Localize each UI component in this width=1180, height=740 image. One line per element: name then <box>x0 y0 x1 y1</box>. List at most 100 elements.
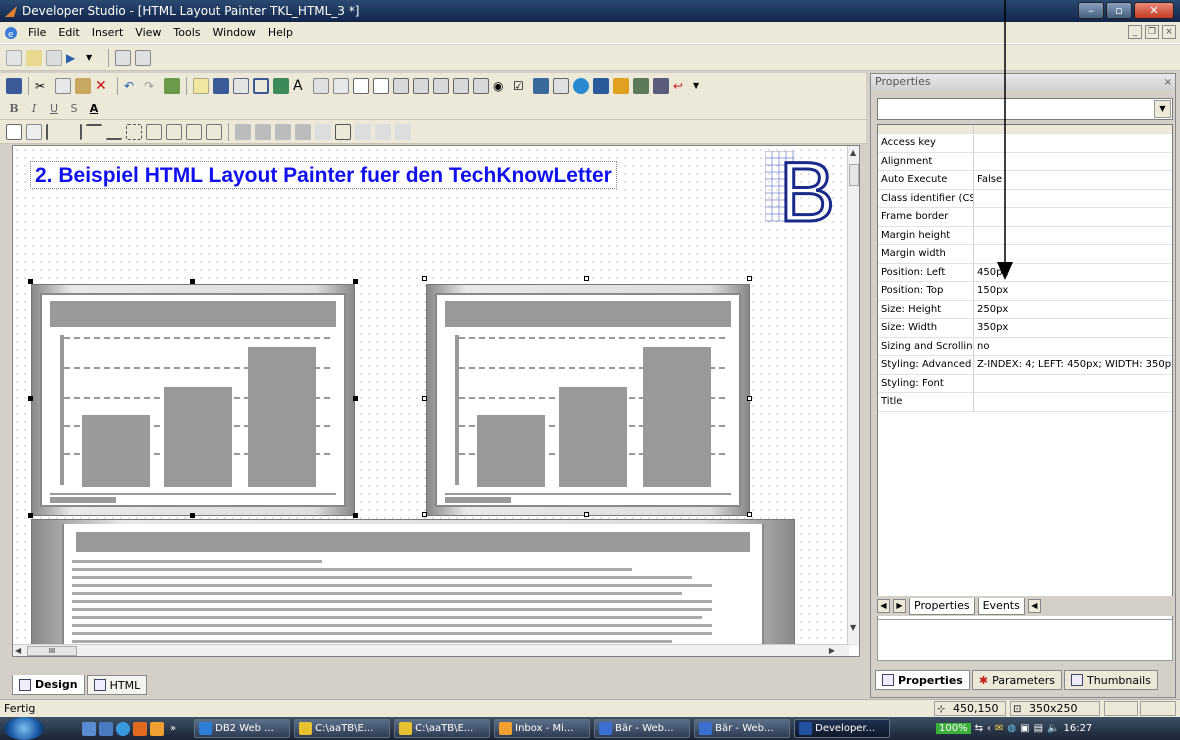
property-row[interactable]: Auto Execute False <box>878 171 1172 190</box>
copy-icon[interactable] <box>55 77 71 94</box>
show-grid-icon[interactable] <box>6 123 22 140</box>
property-row[interactable]: Position: Left 450px <box>878 263 1172 282</box>
property-row[interactable]: Position: Top 150px <box>878 282 1172 301</box>
chart-icon[interactable] <box>213 77 229 94</box>
chevron-down-icon[interactable]: ▼ <box>693 78 709 94</box>
textarea-icon[interactable] <box>373 77 389 94</box>
property-row[interactable]: Sizing and Scrolling no <box>878 337 1172 356</box>
refresh-icon[interactable] <box>164 77 180 94</box>
delete-icon[interactable]: ✕ <box>95 78 111 94</box>
align-center-icon[interactable] <box>126 123 142 140</box>
menu-tools[interactable]: Tools <box>167 26 206 39</box>
taskbar-button[interactable]: C:\aaTB\E... <box>294 719 391 738</box>
maximize-button[interactable]: ▫ <box>1106 2 1132 19</box>
bold-icon[interactable]: B <box>6 101 22 117</box>
undo-icon[interactable]: ↶ <box>124 78 140 94</box>
align-bottom-icon[interactable] <box>106 124 122 140</box>
property-value[interactable]: 250px <box>974 301 1172 319</box>
property-row[interactable]: Margin height <box>878 226 1172 245</box>
property-row[interactable]: Styling: Advanced (CSS)Z-INDEX: 4; LEFT:… <box>878 356 1172 375</box>
image-icon[interactable] <box>273 77 289 94</box>
taskbar-button[interactable]: Bär - Web... <box>694 719 791 738</box>
menu-window[interactable]: Window <box>207 26 262 39</box>
editor-vertical-scrollbar[interactable]: ▲ ▼ <box>847 146 859 646</box>
panel-icon[interactable] <box>653 77 669 94</box>
property-row[interactable]: Size: Height 250px <box>878 300 1172 319</box>
globe-icon[interactable]: ◍ <box>1007 723 1016 734</box>
mdi-close-button[interactable]: × <box>1162 25 1176 39</box>
window-layout-icon[interactable] <box>135 49 151 66</box>
link-icon[interactable] <box>355 123 371 140</box>
property-row[interactable]: Size: Width 350px <box>878 319 1172 338</box>
tray-app-icon[interactable]: ▤ <box>1034 723 1043 734</box>
properties-page-icon[interactable] <box>46 49 62 66</box>
align-left-icon[interactable] <box>46 123 62 140</box>
more-icon[interactable]: » <box>170 723 176 734</box>
property-row[interactable]: Access key <box>878 134 1172 153</box>
property-row[interactable]: Margin width <box>878 245 1172 264</box>
tab-properties-inner[interactable]: Properties <box>909 597 975 615</box>
media-player-icon[interactable] <box>133 721 147 736</box>
frame-chart-right[interactable] <box>426 284 750 516</box>
clock[interactable]: 16:27 <box>1063 723 1092 734</box>
italic-icon[interactable]: I <box>26 101 42 117</box>
tab-events[interactable]: Events <box>977 597 1025 615</box>
save-icon[interactable] <box>6 77 22 94</box>
tab-parameters[interactable]: ✱ Parameters <box>971 670 1063 690</box>
table-icon[interactable] <box>233 77 249 94</box>
property-row[interactable]: Class identifier (CSS) <box>878 189 1172 208</box>
open-folder-icon[interactable] <box>26 49 42 66</box>
bring-front-icon[interactable] <box>235 123 251 140</box>
tab-design[interactable]: Design <box>12 675 85 695</box>
snap-grid-icon[interactable] <box>26 123 42 140</box>
tab-scroll-right-icon[interactable]: ▶ <box>893 599 906 613</box>
editor-horizontal-scrollbar[interactable]: ◀ III ▶ <box>13 644 849 656</box>
lock-icon[interactable] <box>315 123 331 140</box>
tag-icon[interactable] <box>395 123 411 140</box>
web-icon[interactable] <box>573 77 589 94</box>
taskbar-button[interactable]: DB2 Web ... <box>194 719 291 738</box>
new-page-icon[interactable] <box>6 49 22 66</box>
chevron-down-icon[interactable]: ▼ <box>1154 100 1171 118</box>
property-value[interactable] <box>974 375 1172 393</box>
same-width-icon[interactable] <box>146 123 162 140</box>
align-top-icon[interactable] <box>86 123 102 140</box>
tab-thumbnails[interactable]: Thumbnails <box>1064 670 1158 690</box>
design-canvas[interactable]: 2. Beispiel HTML Layout Painter fuer den… <box>12 145 860 657</box>
network-icon[interactable]: ⇆ <box>975 723 983 734</box>
property-value[interactable]: 150px <box>974 282 1172 300</box>
start-button[interactable] <box>4 717 44 740</box>
same-size-icon[interactable] <box>186 123 202 140</box>
ie-icon[interactable] <box>116 721 130 736</box>
redo-icon[interactable]: ↷ <box>144 78 160 94</box>
monitor-icon[interactable]: ▣ <box>1020 723 1029 734</box>
outlook-icon[interactable] <box>150 721 164 736</box>
tree-icon[interactable] <box>553 77 569 94</box>
frame-chart-left[interactable] <box>31 284 355 516</box>
property-row[interactable]: Styling: Font <box>878 374 1172 393</box>
property-value[interactable] <box>974 393 1172 411</box>
taskbar-button[interactable]: Bär - Web... <box>594 719 691 738</box>
menu-edit[interactable]: Edit <box>52 26 85 39</box>
taskbar-button[interactable]: Developer... <box>794 719 891 738</box>
property-value[interactable]: Z-INDEX: 4; LEFT: 450px; WIDTH: 350px; H <box>974 356 1172 374</box>
group-icon[interactable] <box>335 123 351 140</box>
text-label-icon[interactable]: A <box>293 78 309 94</box>
tab-scroll-left-icon[interactable]: ◀ <box>877 599 890 613</box>
tab-scroll-left-icon[interactable]: ◀ <box>1027 599 1041 613</box>
taskbar-button[interactable]: C:\aaTB\E... <box>394 719 491 738</box>
property-value[interactable]: no <box>974 338 1172 356</box>
underline-icon[interactable]: U <box>46 101 62 117</box>
minimize-button[interactable]: – <box>1078 2 1104 19</box>
input-field-icon[interactable] <box>353 77 369 94</box>
chevron-left-icon[interactable]: ‹ <box>987 723 991 734</box>
space-evenly-icon[interactable] <box>206 123 222 140</box>
media-icon[interactable] <box>593 77 609 94</box>
tab-html[interactable]: HTML <box>86 675 148 695</box>
frame-icon[interactable] <box>253 77 269 94</box>
property-value[interactable]: 350px <box>974 319 1172 337</box>
quote-icon[interactable] <box>333 77 349 94</box>
insert-arrow-icon[interactable]: ↩ <box>673 78 689 94</box>
close-icon[interactable]: × <box>1164 75 1172 91</box>
run-icon[interactable]: ▶ <box>66 50 82 66</box>
